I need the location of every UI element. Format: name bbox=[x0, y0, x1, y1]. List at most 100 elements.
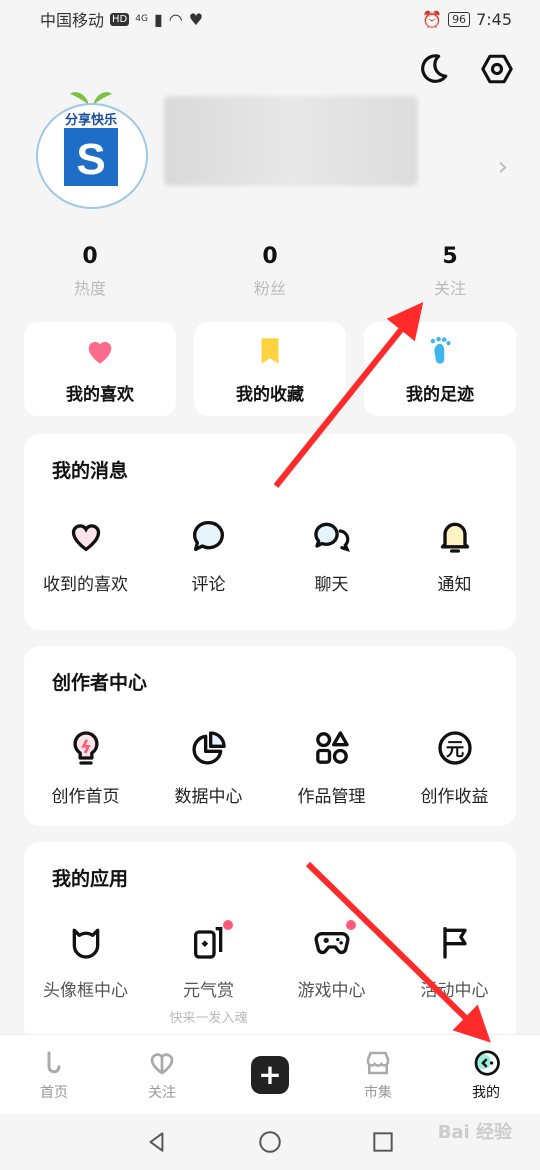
creator-income-item[interactable]: 元 创作收益 bbox=[393, 728, 516, 807]
stat-following[interactable]: 5 关注 bbox=[360, 244, 540, 299]
tab-publish[interactable]: + bbox=[216, 1035, 324, 1115]
watermark: Bai 经验 bbox=[437, 1122, 512, 1143]
received-likes-label: 收到的喜欢 bbox=[43, 575, 128, 595]
data-center-item[interactable]: 数据中心 bbox=[147, 728, 270, 807]
tab-home[interactable]: 首页 bbox=[0, 1035, 108, 1115]
works-manage-label: 作品管理 bbox=[297, 787, 366, 807]
apps-title: 我的应用 bbox=[52, 868, 129, 890]
bookmark-icon bbox=[261, 337, 279, 364]
notifications-label: 通知 bbox=[437, 575, 472, 595]
received-likes-item[interactable]: 收到的喜欢 bbox=[24, 516, 147, 595]
battery-indicator: 96 bbox=[448, 11, 471, 27]
gamepad-icon bbox=[314, 932, 349, 955]
chevron-right-icon[interactable]: › bbox=[498, 152, 508, 182]
bottom-tab-bar: 首页 关注 + 市集 我的 bbox=[0, 1034, 540, 1115]
tab-me-label: 我的 bbox=[472, 1085, 500, 1101]
yuan-icon: 元 bbox=[437, 731, 472, 765]
tab-home-label: 首页 bbox=[40, 1085, 68, 1101]
new-dot bbox=[345, 920, 356, 930]
svg-text:S: S bbox=[76, 135, 105, 184]
tab-follow-label: 关注 bbox=[148, 1085, 176, 1101]
signal-icon: ▮ bbox=[153, 9, 163, 29]
stat-following-label: 关注 bbox=[433, 279, 466, 298]
creator-income-label: 创作收益 bbox=[420, 787, 489, 807]
stat-fans[interactable]: 0 粉丝 bbox=[180, 244, 360, 299]
profile-header[interactable]: S 分享快乐 › bbox=[34, 86, 514, 216]
chat-label: 聊天 bbox=[314, 575, 349, 595]
cards-icon bbox=[193, 927, 222, 959]
my-footprint-label: 我的足迹 bbox=[406, 384, 474, 405]
comment-icon bbox=[192, 520, 224, 551]
pie-chart-icon bbox=[192, 731, 226, 765]
carrier-label: 中国移动 bbox=[40, 11, 105, 30]
plus-icon: + bbox=[251, 1056, 289, 1094]
notifications-item[interactable]: 通知 bbox=[393, 516, 516, 595]
tab-market[interactable]: 市集 bbox=[324, 1035, 432, 1115]
chat-item[interactable]: 聊天 bbox=[270, 516, 393, 595]
avatar-frame-item[interactable]: 头像框中心 bbox=[24, 922, 147, 1026]
creator-home-item[interactable]: 创作首页 bbox=[24, 728, 147, 807]
stat-fans-value: 0 bbox=[262, 244, 278, 269]
heart-outline-icon bbox=[71, 524, 100, 552]
my-likes-card[interactable]: 我的喜欢 bbox=[24, 322, 176, 416]
stat-following-value: 5 bbox=[442, 244, 458, 269]
stat-hot[interactable]: 0 热度 bbox=[0, 244, 180, 299]
flag-icon bbox=[442, 927, 467, 959]
heart-icon bbox=[88, 341, 112, 364]
recents-icon[interactable] bbox=[370, 1129, 396, 1155]
hd-badge: HD bbox=[110, 12, 130, 26]
shapes-icon bbox=[315, 731, 349, 764]
tab-follow[interactable]: 关注 bbox=[108, 1035, 216, 1115]
stat-fans-label: 粉丝 bbox=[253, 279, 286, 298]
creator-card: 创作者中心 创作首页 数据中心 作品管理 元 创作收益 bbox=[24, 646, 516, 826]
wifi-icon: ◠ bbox=[168, 9, 183, 29]
apps-card: 我的应用 头像框中心 元气赏 快来一发入魂 游戏中心 活动中心 bbox=[24, 842, 516, 1042]
avatar-frame-label: 头像框中心 bbox=[43, 981, 128, 1001]
cat-icon bbox=[72, 928, 99, 959]
yuanqi-subtitle: 快来一发入魂 bbox=[169, 1011, 248, 1026]
works-manage-item[interactable]: 作品管理 bbox=[270, 728, 393, 807]
settings-hex-icon[interactable] bbox=[480, 52, 514, 86]
moon-icon[interactable] bbox=[416, 52, 450, 86]
creator-home-label: 创作首页 bbox=[51, 787, 120, 807]
yuanqi-label: 元气赏 bbox=[183, 981, 234, 1001]
creator-title: 创作者中心 bbox=[52, 672, 148, 694]
new-dot bbox=[222, 920, 233, 930]
store-icon bbox=[366, 1051, 390, 1075]
network-label: 4G bbox=[135, 14, 148, 24]
data-center-label: 数据中心 bbox=[174, 787, 243, 807]
my-favorites-label: 我的收藏 bbox=[236, 384, 304, 405]
bulb-icon bbox=[72, 731, 99, 765]
avatar-text: 分享快乐 bbox=[65, 112, 117, 128]
back-icon[interactable] bbox=[144, 1129, 170, 1155]
chat-icon bbox=[313, 522, 350, 553]
game-center-label: 游戏中心 bbox=[297, 981, 366, 1001]
home-icon bbox=[47, 1051, 61, 1074]
my-footprint-card[interactable]: 我的足迹 bbox=[364, 322, 516, 416]
activity-center-label: 活动中心 bbox=[420, 981, 489, 1001]
stat-hot-value: 0 bbox=[82, 244, 98, 269]
stat-hot-label: 热度 bbox=[73, 279, 106, 298]
time-label: 7:45 bbox=[476, 9, 512, 29]
footprint-icon bbox=[430, 336, 451, 364]
tab-me[interactable]: 我的 bbox=[432, 1035, 540, 1115]
status-bar: 中国移动 HD 4G ▮ ◠ ♥ ⏰ 96 7:45 bbox=[0, 0, 540, 38]
me-icon bbox=[474, 1050, 500, 1076]
avatar[interactable]: S 分享快乐 bbox=[34, 86, 150, 210]
messages-card: 我的消息 收到的喜欢 评论 聊天 通知 bbox=[24, 434, 516, 630]
home-circle-icon[interactable] bbox=[257, 1129, 283, 1155]
tab-market-label: 市集 bbox=[364, 1085, 392, 1101]
my-likes-label: 我的喜欢 bbox=[66, 384, 134, 405]
bell-icon bbox=[440, 522, 469, 553]
game-center-item[interactable]: 游戏中心 bbox=[270, 920, 393, 1026]
alarm-icon: ⏰ bbox=[422, 9, 443, 29]
comments-item[interactable]: 评论 bbox=[147, 516, 270, 595]
my-favorites-card[interactable]: 我的收藏 bbox=[194, 322, 346, 416]
messages-title: 我的消息 bbox=[52, 460, 129, 482]
username-blurred bbox=[164, 96, 418, 186]
yuanqi-item[interactable]: 元气赏 快来一发入魂 bbox=[147, 920, 270, 1026]
comments-label: 评论 bbox=[191, 575, 226, 595]
activity-center-item[interactable]: 活动中心 bbox=[393, 922, 516, 1026]
follow-icon bbox=[150, 1053, 174, 1075]
svg-text:元: 元 bbox=[445, 740, 463, 761]
